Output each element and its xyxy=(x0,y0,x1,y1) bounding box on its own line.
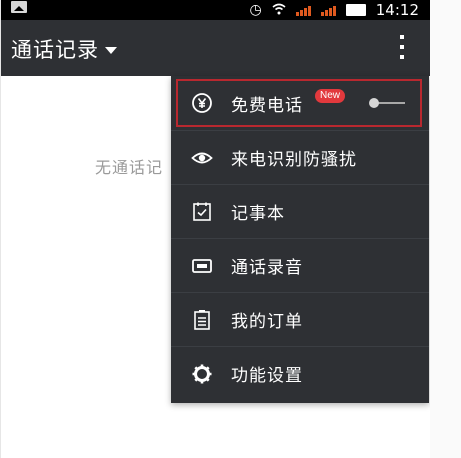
dot xyxy=(400,45,404,49)
menu-item-label: 来电识别防骚扰 xyxy=(231,150,357,170)
overflow-dropdown-menu: 免费电话 New 来电识别防骚扰 记事本 通话录音 我的订单 功能设置 xyxy=(171,76,429,403)
menu-item-free-call[interactable]: 免费电话 New xyxy=(171,76,429,130)
signal-icon xyxy=(295,4,311,16)
menu-item-my-orders[interactable]: 我的订单 xyxy=(171,292,429,346)
wifi-icon xyxy=(272,3,286,18)
page-margin xyxy=(430,0,461,458)
menu-item-call-recording[interactable]: 通话录音 xyxy=(171,238,429,292)
menu-item-label: 通话录音 xyxy=(231,258,303,278)
menu-item-label: 免费电话 xyxy=(231,95,303,116)
free-call-toggle[interactable] xyxy=(369,98,405,108)
battery-icon xyxy=(345,4,366,16)
title-dropdown[interactable]: 通话记录 xyxy=(11,34,117,64)
status-bar: ◷ 14:12 xyxy=(1,0,431,20)
notebook-icon xyxy=(191,201,213,223)
menu-item-notebook[interactable]: 记事本 xyxy=(171,184,429,238)
alarm-icon: ◷ xyxy=(249,2,262,18)
phone-screen: ◷ 14:12 通话记录 无通话记 免费电话 New 来电识别防骚扰 记事本 通… xyxy=(0,0,431,458)
page-title: 通话记录 xyxy=(11,38,99,62)
yen-circle-icon xyxy=(191,92,213,114)
gallery-notification-icon xyxy=(11,1,27,13)
overflow-menu-button[interactable] xyxy=(395,35,409,59)
toggle-track xyxy=(377,102,405,104)
app-bar: 通话记录 xyxy=(1,20,431,76)
menu-item-caller-id[interactable]: 来电识别防骚扰 xyxy=(171,130,429,184)
caret-down-icon xyxy=(105,46,117,54)
empty-state-text: 无通话记 xyxy=(95,158,164,177)
status-right: ◷ 14:12 xyxy=(250,0,419,20)
menu-item-label: 功能设置 xyxy=(231,366,303,386)
eye-icon xyxy=(191,147,213,169)
signal-icon-2 xyxy=(320,4,336,16)
status-time: 14:12 xyxy=(375,1,419,19)
gear-icon xyxy=(191,363,213,385)
menu-item-label: 记事本 xyxy=(231,204,285,224)
menu-item-settings[interactable]: 功能设置 xyxy=(171,346,429,400)
cassette-tape-icon xyxy=(191,255,213,277)
clipboard-list-icon xyxy=(191,309,213,331)
new-badge: New xyxy=(315,89,346,103)
dot xyxy=(400,55,404,59)
toggle-knob xyxy=(369,98,379,108)
dot xyxy=(400,35,404,39)
menu-item-label: 我的订单 xyxy=(231,312,303,332)
